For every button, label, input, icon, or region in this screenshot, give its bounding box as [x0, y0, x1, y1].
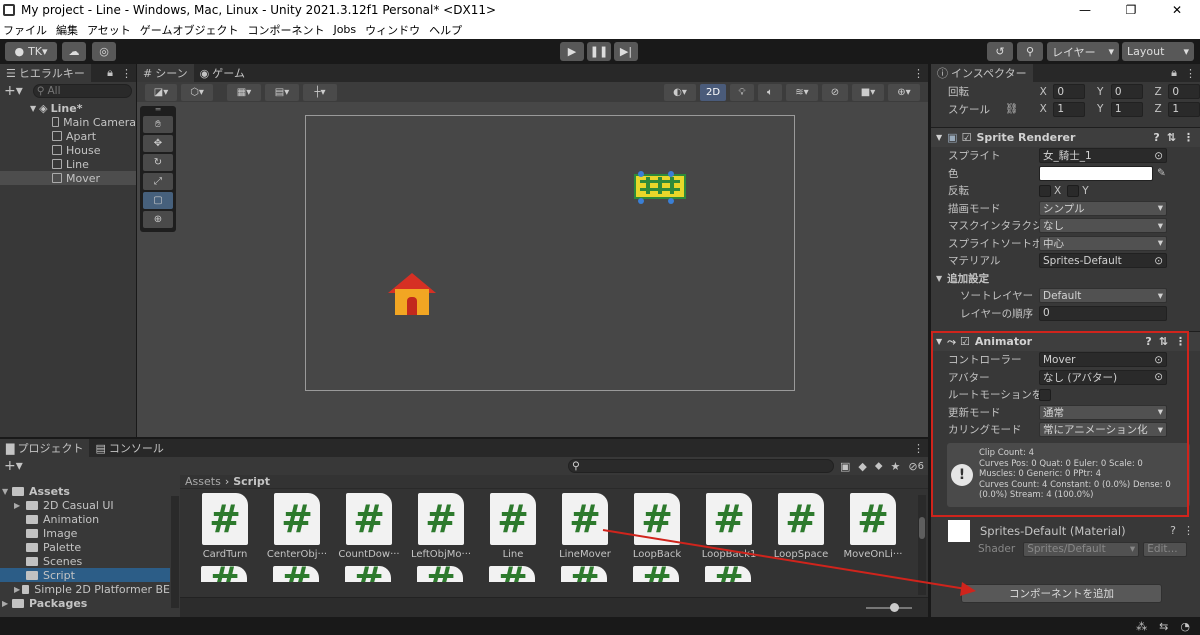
- progress-icon: ⇆: [1159, 619, 1169, 633]
- network-icon: ⁂: [1136, 619, 1148, 633]
- status-bar: ⁂ ⇆ ◔: [0, 617, 1200, 635]
- notification-icon: ◔: [1180, 619, 1190, 633]
- annotation-arrow: [602, 529, 976, 596]
